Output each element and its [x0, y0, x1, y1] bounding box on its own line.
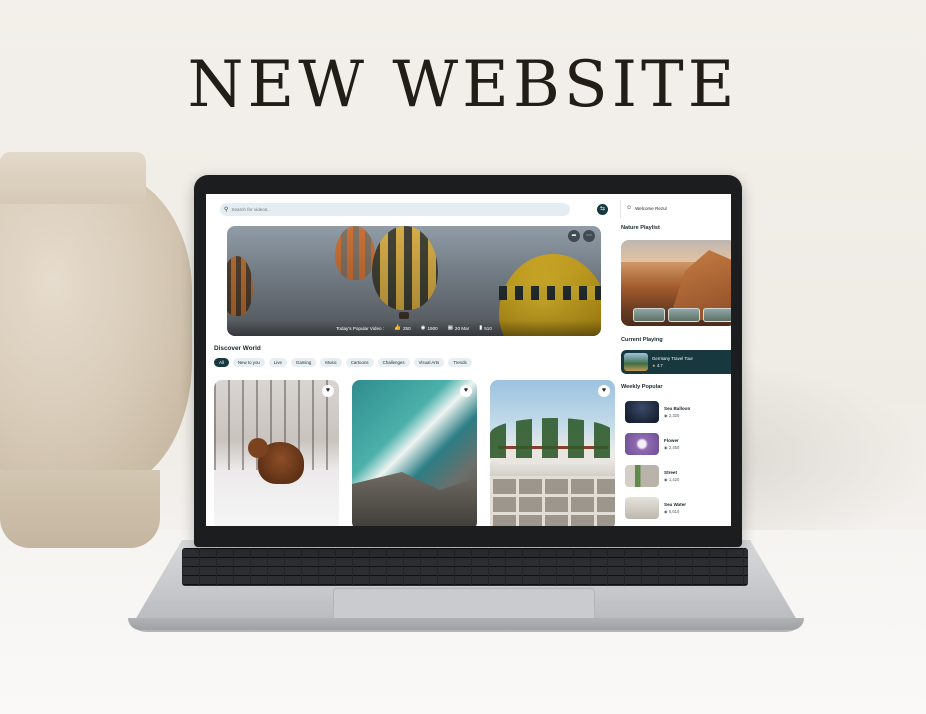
more-icon: ⋯ [586, 233, 592, 239]
share-button[interactable]: ➦ [568, 230, 580, 242]
weekly-item[interactable]: Street ◉ 1,420 [625, 465, 679, 487]
views-value: 2,450 [668, 445, 680, 450]
filter-icon: ⇆ [599, 206, 606, 212]
chip-trends[interactable]: Trends [448, 358, 472, 367]
playlist-thumb[interactable] [668, 308, 700, 322]
weekly-item-name: Flower [664, 438, 679, 443]
playlist-thumb[interactable] [633, 308, 665, 322]
favorite-button[interactable]: ♥ [598, 385, 610, 397]
heart-icon: ♥ [325, 387, 331, 394]
likes-stat[interactable]: 👍 250 [394, 325, 411, 331]
current-video-thumbnail [624, 353, 648, 371]
divider [620, 200, 621, 218]
chip-all[interactable]: All [214, 358, 229, 367]
favorite-button[interactable]: ♥ [322, 385, 334, 397]
thumbs-up-icon: 👍 [394, 325, 401, 331]
category-chips: All New to you Live Gaming Music Cartoon… [214, 358, 472, 367]
chip-cartoons[interactable]: Cartoons [345, 358, 374, 367]
weekly-item-name: Street [664, 470, 678, 475]
views-count: 1900 [427, 325, 438, 331]
palm-trees-image [490, 418, 615, 458]
eye-icon: ◉ [420, 325, 426, 331]
headline: NEW WEBSITE [187, 48, 739, 122]
weekly-thumbnail [625, 433, 659, 455]
welcome-text: Welcome Rezul [635, 205, 667, 211]
nature-playlist-card[interactable] [621, 240, 731, 326]
search-input[interactable] [231, 207, 552, 212]
star-icon: ★ [652, 363, 656, 368]
weekly-thumbnail [625, 497, 659, 519]
views-value: 1,420 [668, 477, 680, 482]
weekly-thumbnail [625, 465, 659, 487]
laptop-trackpad [333, 588, 595, 622]
share-icon: ➦ [571, 233, 577, 239]
search-icon: ⚲ [224, 207, 229, 213]
user-menu[interactable]: ☺ Welcome Rezul [626, 205, 667, 211]
coast-rock-image [352, 472, 477, 526]
hero-banner[interactable]: ➦ ⋯ Today's Popular Video : 👍 250 ◉ 1900 ▦… [227, 226, 601, 336]
hero-actions: ➦ ⋯ [568, 230, 595, 242]
video-date: 20 Mar [454, 325, 470, 331]
eye-icon: ◉ [664, 477, 668, 482]
nature-playlist-title: Nature Playlist [621, 225, 660, 231]
weekly-item[interactable]: Sea Water ◉ 5,610 [625, 497, 686, 519]
calendar-icon: ▦ [447, 325, 453, 331]
laptop-keyboard [182, 548, 748, 586]
weekly-item-views: ◉ 5,610 [664, 509, 686, 514]
weekly-item-views: ◉ 2,320 [664, 413, 690, 418]
eye-icon: ◉ [664, 445, 668, 450]
filter-button[interactable]: ⇆ [597, 204, 608, 215]
plaza-image [490, 476, 615, 526]
chip-music[interactable]: Music [320, 358, 342, 367]
video-card[interactable]: ♥ [352, 380, 477, 526]
current-playing-card[interactable]: Germany Travel Tour ★ 4.7 [621, 350, 731, 374]
weekly-item-views: ◉ 2,450 [664, 445, 679, 450]
eye-icon: ◉ [664, 413, 668, 418]
heart-icon: ♥ [601, 387, 607, 394]
hero-info-bar: Today's Popular Video : 👍 250 ◉ 1900 ▦ 20 M… [227, 320, 601, 336]
rating-value: 4.7 [656, 363, 663, 368]
highland-cow-head [248, 438, 268, 458]
weekly-item-views: ◉ 1,420 [664, 477, 679, 482]
weekly-item-name: Sea Balloon [664, 406, 691, 411]
favorite-button[interactable]: ♥ [460, 385, 472, 397]
video-card[interactable]: ♥ [214, 380, 339, 526]
views-stat: ◉ 1900 [421, 325, 438, 331]
vase [0, 170, 192, 488]
playlist-thumb[interactable] [703, 308, 731, 322]
weekly-item[interactable]: Sea Balloon ◉ 2,320 [625, 401, 690, 423]
eye-icon: ◉ [664, 509, 668, 514]
weekly-item[interactable]: Flower ◉ 2,450 [625, 433, 679, 455]
views-value: 2,320 [668, 413, 680, 418]
likes-count: 250 [402, 325, 411, 331]
current-playing-title: Current Playing [621, 337, 663, 343]
chip-live[interactable]: Live [268, 358, 287, 367]
date-stat: ▦ 20 Mar [448, 325, 470, 331]
chip-gaming[interactable]: Gaming [290, 358, 317, 367]
weekly-item-name: Sea Water [664, 502, 687, 507]
playlist-thumbnails [633, 308, 731, 322]
chip-visual-arts[interactable]: Visual Arts [413, 358, 445, 367]
views-value: 5,610 [668, 509, 680, 514]
saves-count: 510 [484, 325, 492, 331]
laptop-screen: ⚲ ⇆ ☺ Welcome Rezul ➦ ⋯ Today's Popular … [206, 194, 731, 526]
hero-title: Today's Popular Video : [336, 325, 385, 331]
bookmark-icon: ▮ [479, 325, 483, 331]
chip-challenges[interactable]: Challenges [377, 358, 410, 367]
user-icon: ☺ [626, 205, 633, 211]
current-video-rating: ★ 4.7 [652, 363, 693, 368]
discover-title: Discover World [214, 345, 261, 352]
weekly-thumbnail [625, 401, 659, 423]
heart-icon: ♥ [463, 387, 469, 394]
saves-stat[interactable]: ▮ 510 [479, 325, 492, 331]
weekly-popular-title: Weekly Popular [621, 384, 663, 390]
search-bar[interactable]: ⚲ [220, 203, 570, 216]
vase-neck [0, 152, 146, 204]
chip-new-to-you[interactable]: New to you [232, 358, 265, 367]
more-button[interactable]: ⋯ [583, 230, 595, 242]
video-card[interactable]: ♥ [490, 380, 615, 526]
laptop-base-front [128, 618, 804, 630]
vase-base [0, 470, 160, 548]
current-video-title: Germany Travel Tour [652, 356, 693, 361]
